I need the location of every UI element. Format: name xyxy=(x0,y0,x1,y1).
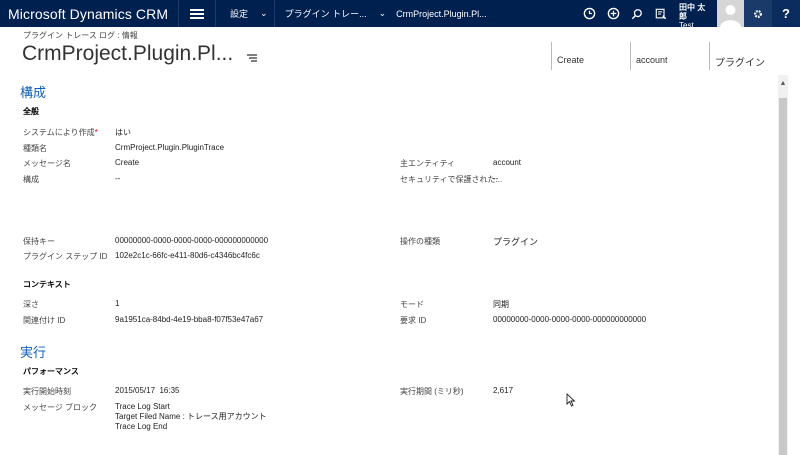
top-nav-bar: Microsoft Dynamics CRM 設定 ⌄ プラグイン トレー...… xyxy=(0,0,800,30)
hamburger-menu-icon[interactable] xyxy=(179,0,215,27)
correlation-id-value[interactable]: 9a1951ca-84bd-4e19-bba8-f07f53e47a67 xyxy=(115,315,263,324)
app-brand[interactable]: Microsoft Dynamics CRM xyxy=(0,0,178,27)
message-name-label: メッセージ名 xyxy=(23,159,71,168)
message-block-value[interactable]: Trace Log Start Target Filed Name : トレース… xyxy=(115,402,267,432)
config-label: 構成 xyxy=(23,175,39,184)
section-config-title: 構成 xyxy=(20,85,47,100)
gear-icon[interactable] xyxy=(744,0,772,27)
user-info[interactable]: 田中 太郎 Test xyxy=(673,0,744,30)
scroll-up-icon[interactable]: ▲ xyxy=(778,80,788,90)
created-by-system-label: システムにより作成* xyxy=(23,128,98,137)
subsection-context-title: コンテキスト xyxy=(23,280,71,289)
start-time-value[interactable]: 2015/05/17 16:35 xyxy=(115,386,180,395)
required-marker: * xyxy=(94,128,98,137)
secure-config-label: セキュリティで保護された... xyxy=(400,175,503,184)
secure-config-value[interactable]: -- xyxy=(493,174,498,183)
search-icon[interactable] xyxy=(625,0,649,27)
mouse-cursor-icon xyxy=(566,392,576,409)
header-field-message: Create xyxy=(551,42,629,70)
header-field-operation-type: プラグイン xyxy=(709,42,779,70)
start-time-label: 実行開始時刻 xyxy=(23,387,71,396)
duration-value[interactable]: 2,617 xyxy=(493,386,513,395)
config-value[interactable]: -- xyxy=(115,174,120,183)
persistence-key-label: 保持キー xyxy=(23,237,55,246)
created-by-system-value[interactable]: はい xyxy=(115,127,131,138)
message-name-value[interactable]: Create xyxy=(115,158,139,167)
message-block-label: メッセージ ブロック xyxy=(23,403,98,412)
breadcrumb-settings[interactable]: 設定 xyxy=(216,0,254,27)
depth-label: 深さ xyxy=(23,300,39,309)
primary-entity-value[interactable]: account xyxy=(493,158,521,167)
section-exec-title: 実行 xyxy=(20,345,47,360)
breadcrumb-record[interactable]: CrmProject.Plugin.Pl... xyxy=(392,0,493,27)
breadcrumb-plugin-trace[interactable]: プラグイン トレー... xyxy=(275,0,373,27)
advanced-find-icon[interactable] xyxy=(649,0,673,27)
persistence-key-value[interactable]: 00000000-0000-0000-0000-000000000000 xyxy=(115,236,268,245)
correlation-id-label: 関連付け ID xyxy=(23,316,66,325)
duration-label: 実行期間 (ミリ秒) xyxy=(400,387,464,396)
message-block-line: Trace Log Start xyxy=(115,402,170,411)
depth-value[interactable]: 1 xyxy=(115,299,119,308)
operation-type-value[interactable]: プラグイン xyxy=(493,235,538,248)
create-record-icon[interactable] xyxy=(601,0,625,27)
mode-value[interactable]: 同期 xyxy=(493,299,509,310)
type-name-value[interactable]: CrmProject.Plugin.PluginTrace xyxy=(115,143,224,152)
scrollbar-thumb[interactable] xyxy=(779,98,787,455)
help-icon[interactable]: ? xyxy=(772,0,800,27)
subsection-general-title: 全般 xyxy=(23,107,39,116)
plugin-step-id-value[interactable]: 102e2c1c-66fc-e411-80d6-c4346bc4fc6c xyxy=(115,251,260,260)
chevron-down-icon[interactable]: ⌄ xyxy=(254,0,274,27)
message-block-line: Trace Log End xyxy=(115,422,168,431)
type-name-label: 種類名 xyxy=(23,144,47,153)
user-org: Test xyxy=(679,21,694,30)
record-type-label: プラグイン トレース ログ : 情報 xyxy=(23,31,138,40)
operation-type-label: 操作の種類 xyxy=(400,237,440,246)
message-block-line: Target Filed Name : トレース用アカウント xyxy=(115,412,267,421)
mode-label: モード xyxy=(400,300,424,309)
request-id-label: 要求 ID xyxy=(400,316,427,325)
record-menu-icon[interactable] xyxy=(247,54,257,65)
header-field-entity: account xyxy=(630,42,708,70)
subsection-performance-title: パフォーマンス xyxy=(23,367,79,376)
page-title: CrmProject.Plugin.Pl... xyxy=(22,42,234,65)
recent-items-icon[interactable] xyxy=(577,0,601,27)
avatar[interactable] xyxy=(717,0,744,27)
plugin-step-id-label: プラグイン ステップ ID xyxy=(23,252,108,261)
user-name: 田中 太郎 xyxy=(679,3,706,21)
primary-entity-label: 主エンティティ xyxy=(400,159,456,168)
request-id-value[interactable]: 00000000-0000-0000-0000-000000000000 xyxy=(493,315,646,324)
chevron-down-icon[interactable]: ⌄ xyxy=(373,0,393,27)
